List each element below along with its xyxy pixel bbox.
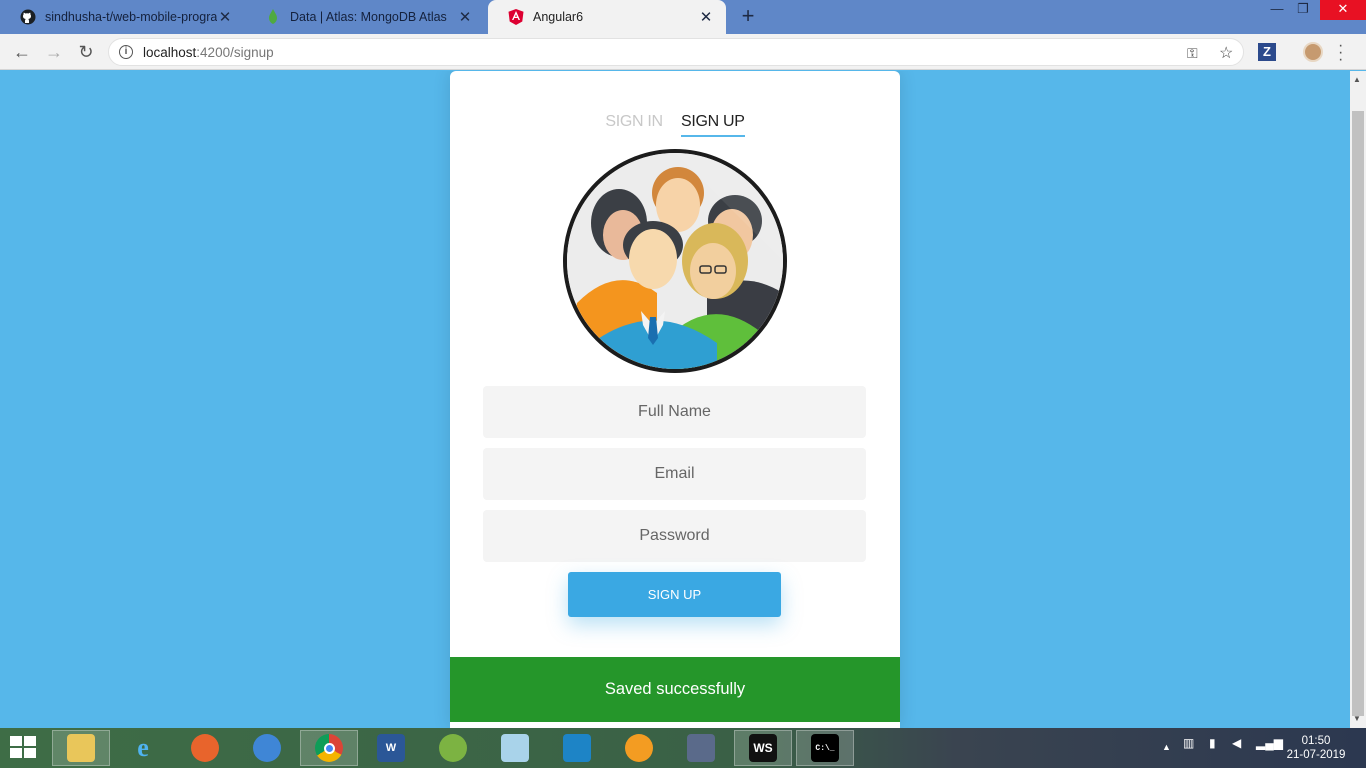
forward-arrow-icon[interactable]: → <box>44 42 64 62</box>
tab-title: sindhusha-t/web-mobile-progra <box>45 10 217 24</box>
firefox-icon[interactable] <box>176 730 234 766</box>
file-explorer-icon[interactable] <box>52 730 110 766</box>
windows-start-icon[interactable] <box>10 736 38 760</box>
browser-tab-angular[interactable]: Angular6 ✕ <box>488 0 726 34</box>
clock-date: 21-07-2019 <box>1286 749 1346 761</box>
system-clock[interactable]: 01:50 21-07-2019 <box>1286 734 1346 762</box>
signal-icon[interactable]: ▂▄▆ <box>1256 736 1283 750</box>
back-arrow-icon[interactable]: ← <box>12 42 32 62</box>
email-field[interactable] <box>483 448 866 500</box>
user-group-icon <box>563 149 787 373</box>
url-text[interactable]: localhost:4200/signup <box>143 45 274 60</box>
cmd-icon[interactable]: C:\_ <box>796 730 854 766</box>
page-viewport: SIGN IN SIGN UP Full Name Email SIGN UP … <box>0 71 1350 728</box>
windows-taskbar: e W WS C:\_ ▲ ▥ ▮ ◀ ▂▄▆ 01:50 21-07-2019 <box>0 728 1366 768</box>
restore-window-button[interactable]: ❐ <box>1288 0 1318 20</box>
close-tab-icon[interactable]: ✕ <box>457 8 473 26</box>
github-icon <box>20 9 36 25</box>
site-info-icon[interactable]: i <box>119 45 133 59</box>
word-icon[interactable]: W <box>362 730 420 766</box>
profile-avatar[interactable] <box>1303 42 1323 62</box>
tab-sign-in[interactable]: SIGN IN <box>605 113 663 135</box>
signup-card: SIGN IN SIGN UP Full Name Email SIGN UP <box>450 71 900 728</box>
tab-sign-up[interactable]: SIGN UP <box>680 113 745 137</box>
tab-title: Angular6 <box>533 10 584 24</box>
close-window-button[interactable]: ✕ <box>1320 0 1366 20</box>
network-adapter-icon[interactable]: ▥ <box>1183 736 1194 750</box>
tab-title: Data | Atlas: MongoDB Atlas <box>290 10 447 24</box>
app-icon[interactable] <box>672 730 730 766</box>
show-hidden-icons-icon[interactable]: ▲ <box>1162 742 1171 752</box>
webstorm-icon[interactable]: WS <box>734 730 792 766</box>
app-icon[interactable] <box>548 730 606 766</box>
success-toast: Saved successfully <box>450 657 900 722</box>
auth-tabs: SIGN IN SIGN UP <box>450 113 900 137</box>
clock-time: 01:50 <box>1301 735 1331 747</box>
angular-icon <box>508 9 524 25</box>
chrome-icon[interactable] <box>300 730 358 766</box>
browser-toolbar: ← → ↻ i localhost:4200/signup ⚿ ☆ Z · · · <box>0 34 1366 70</box>
browser-tab-strip: sindhusha-t/web-mobile-progra ✕ Data | A… <box>0 0 1366 34</box>
close-tab-icon[interactable]: ✕ <box>217 8 233 26</box>
android-studio-icon[interactable] <box>424 730 482 766</box>
bookmark-star-icon[interactable]: ☆ <box>1219 43 1233 63</box>
mongodb-leaf-icon <box>265 9 281 25</box>
new-tab-button[interactable]: + <box>736 5 760 29</box>
close-tab-icon[interactable]: ✕ <box>698 8 714 26</box>
app-icon[interactable] <box>610 730 668 766</box>
notepad-icon[interactable] <box>486 730 544 766</box>
extension-z-icon[interactable]: Z <box>1258 43 1276 61</box>
sign-up-button[interactable]: SIGN UP <box>568 572 781 617</box>
speaker-muted-icon[interactable]: ◀ <box>1232 736 1241 750</box>
scroll-up-arrow-icon[interactable]: ▲ <box>1353 75 1361 84</box>
internet-explorer-icon[interactable]: e <box>114 730 172 766</box>
scroll-down-arrow-icon[interactable]: ▼ <box>1353 714 1361 723</box>
password-field[interactable] <box>483 510 866 562</box>
menu-dots-icon[interactable]: · · · <box>1338 38 1343 68</box>
browser-tab-github[interactable]: sindhusha-t/web-mobile-progra ✕ <box>0 0 245 34</box>
browser-tab-mongodb[interactable]: Data | Atlas: MongoDB Atlas ✕ <box>245 0 485 34</box>
battery-icon[interactable]: ▮ <box>1209 736 1216 750</box>
fullname-field[interactable] <box>483 386 866 438</box>
scrollbar-thumb[interactable] <box>1352 111 1364 716</box>
address-bar[interactable]: i localhost:4200/signup ⚿ ☆ <box>108 38 1244 66</box>
key-icon[interactable]: ⚿ <box>1187 45 1198 62</box>
reload-icon[interactable]: ↻ <box>76 42 96 62</box>
app-icon[interactable] <box>238 730 296 766</box>
page-scrollbar[interactable]: ▲ ▼ <box>1350 71 1366 728</box>
